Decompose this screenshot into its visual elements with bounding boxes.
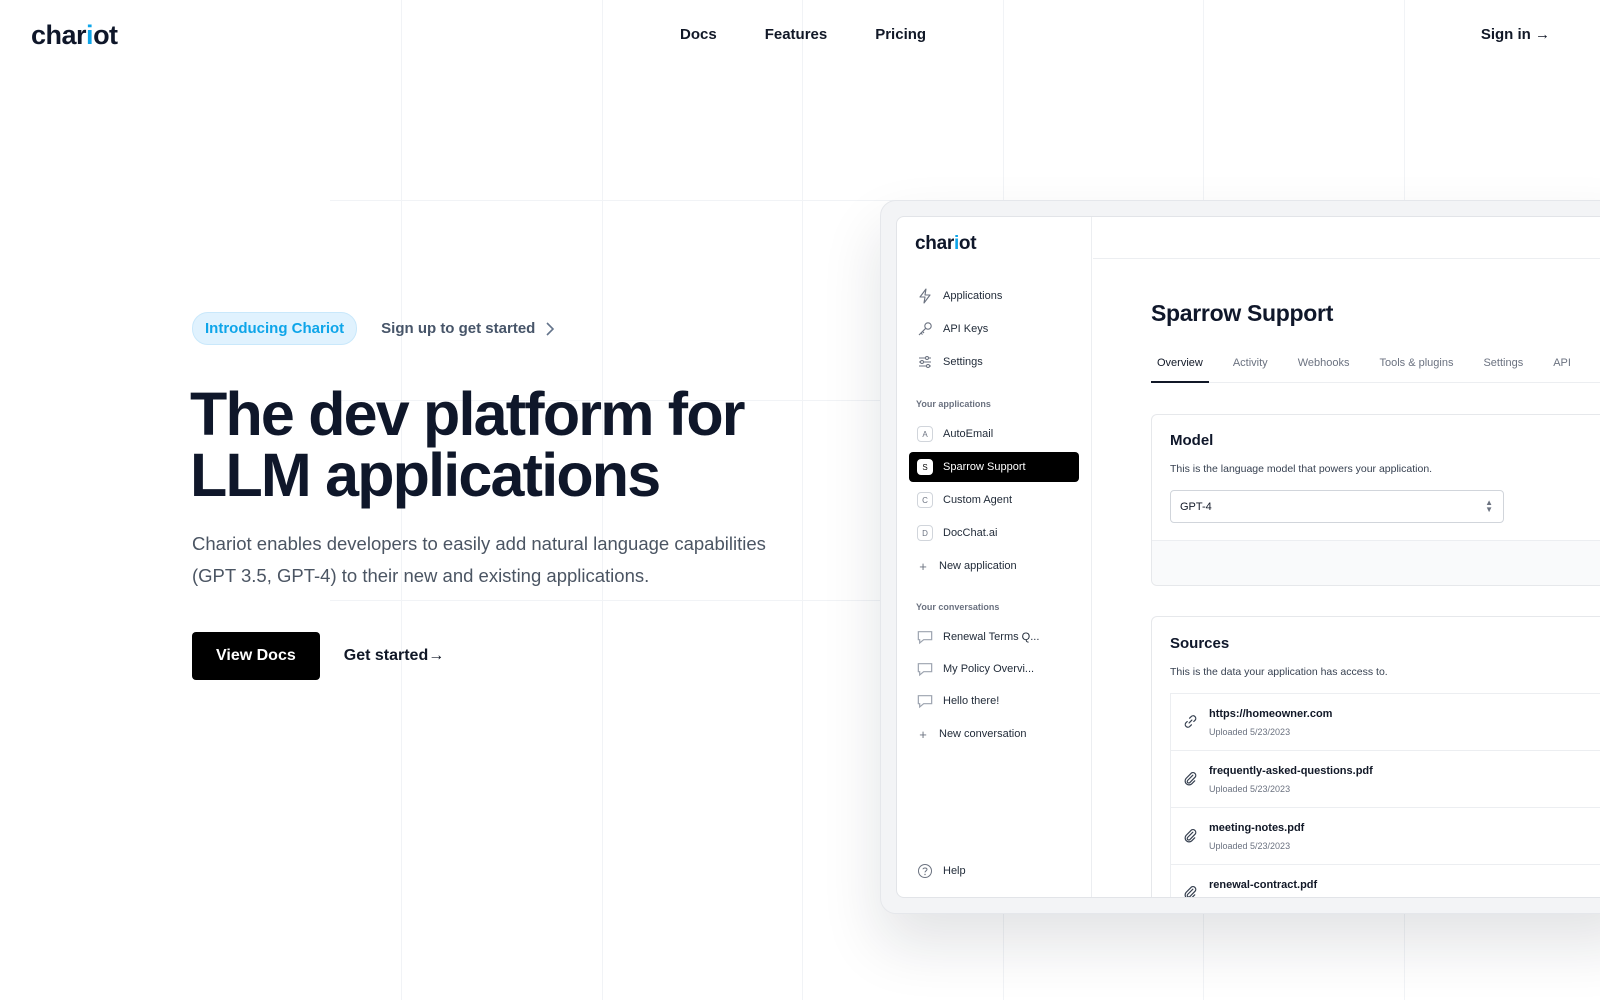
sources-card: Sources This is the data your applicatio… xyxy=(1151,616,1600,897)
view-docs-button[interactable]: View Docs xyxy=(192,632,320,680)
model-card-description: This is the language model that powers y… xyxy=(1170,463,1433,475)
sidebar-item-label: My Policy Overvi... xyxy=(943,663,1035,675)
sidebar-item-applications[interactable]: Applications xyxy=(909,281,1079,311)
plus-icon: + xyxy=(919,558,927,574)
lightning-icon xyxy=(919,288,931,304)
sign-up-link[interactable]: Sign up to get started xyxy=(381,320,555,337)
top-nav: chariot Docs Features Pricing Sign in → xyxy=(0,0,1600,72)
help-link[interactable]: Help xyxy=(909,856,1079,886)
source-file-date: Uploaded 5/23/2023 xyxy=(1209,841,1291,851)
model-select[interactable]: GPT-4 ▲ ▼ xyxy=(1170,490,1504,523)
app-tabs: Overview Activity Webhooks Tools & plugi… xyxy=(1151,353,1600,383)
app-logo[interactable]: chariot xyxy=(915,233,977,255)
key-icon xyxy=(918,322,932,336)
sidebar-conversation[interactable]: Hello there! xyxy=(909,686,1079,716)
source-file-date: Uploaded 5/23/2023 xyxy=(1209,727,1291,737)
tab-activity[interactable]: Activity xyxy=(1227,353,1274,383)
sidebar-item-label: New conversation xyxy=(939,728,1027,740)
logo[interactable]: chariot xyxy=(31,20,118,51)
source-file-row[interactable]: meeting-notes.pdf Uploaded 5/23/2023 xyxy=(1170,807,1600,864)
app-preview: chariot Applications API Keys Settings Y… xyxy=(896,216,1600,898)
nav-link-docs[interactable]: Docs xyxy=(680,26,717,43)
sidebar-item-label: Help xyxy=(943,865,966,877)
nav-links: Docs Features Pricing xyxy=(680,26,926,43)
plus-icon: + xyxy=(919,726,927,742)
sign-up-link-label: Sign up to get started xyxy=(381,320,536,337)
help-circle-icon xyxy=(918,864,932,878)
conversations-section-heading: Your conversations xyxy=(916,602,1000,612)
apps-section-heading: Your applications xyxy=(916,399,991,409)
app-avatar: A xyxy=(917,426,933,442)
new-application-button[interactable]: + New application xyxy=(909,551,1079,581)
chat-bubble-icon xyxy=(917,695,933,709)
sidebar-item-label: Renewal Terms Q... xyxy=(943,631,1040,643)
sources-card-title: Sources xyxy=(1170,635,1230,652)
sign-in-link[interactable]: Sign in → xyxy=(1481,26,1550,43)
nav-link-features[interactable]: Features xyxy=(765,26,828,43)
hero-title-line-2: LLM applications xyxy=(190,441,661,509)
sidebar-item-label: DocChat.ai xyxy=(943,527,998,539)
sidebar-item-api-keys[interactable]: API Keys xyxy=(909,314,1079,344)
sidebar-conversation[interactable]: My Policy Overvi... xyxy=(909,654,1079,684)
sidebar-item-label: Applications xyxy=(943,290,1003,302)
app-main: Sparrow Support Overview Activity Webhoo… xyxy=(1093,217,1600,897)
app-page-title: Sparrow Support xyxy=(1151,300,1334,326)
sidebar-item-settings[interactable]: Settings xyxy=(909,347,1079,377)
introducing-badge[interactable]: Introducing Chariot xyxy=(192,312,358,345)
sidebar-app-custom-agent[interactable]: C Custom Agent xyxy=(909,485,1079,515)
app-avatar: C xyxy=(917,492,933,508)
sources-card-description: This is the data your application has ac… xyxy=(1170,666,1388,678)
source-file-name: https://homeowner.com xyxy=(1209,708,1333,720)
model-card-title: Model xyxy=(1170,432,1214,449)
app-topbar xyxy=(1093,217,1600,259)
app-avatar: D xyxy=(917,525,933,541)
sidebar-app-sparrow-support[interactable]: S Sparrow Support xyxy=(909,452,1079,482)
sliders-icon xyxy=(919,356,931,368)
model-card-footer xyxy=(1152,540,1600,585)
source-file-row[interactable]: https://homeowner.com Uploaded 5/23/2023 xyxy=(1170,693,1600,750)
chat-bubble-icon xyxy=(917,663,933,677)
tab-tools-plugins[interactable]: Tools & plugins xyxy=(1373,353,1459,383)
hero-title-line-1: The dev platform for xyxy=(190,380,746,448)
sidebar-item-label: API Keys xyxy=(943,323,989,335)
chat-bubble-icon xyxy=(917,631,933,645)
source-file-name: frequently-asked-questions.pdf xyxy=(1209,765,1373,777)
paperclip-icon xyxy=(1184,829,1197,843)
new-conversation-button[interactable]: + New conversation xyxy=(909,719,1079,749)
hero-title: The dev platform for LLM applications xyxy=(190,384,830,506)
sidebar-item-label: Settings xyxy=(943,356,983,368)
source-file-name: meeting-notes.pdf xyxy=(1209,822,1305,834)
tab-overview[interactable]: Overview xyxy=(1151,353,1209,383)
get-started-link[interactable]: Get started→ xyxy=(344,647,444,665)
sidebar-item-label: Custom Agent xyxy=(943,494,1013,506)
sidebar-conversation[interactable]: Renewal Terms Q... xyxy=(909,622,1079,652)
chevron-right-icon xyxy=(546,321,555,336)
select-arrows-icon: ▲ ▼ xyxy=(1485,498,1493,514)
sidebar-app-docchat[interactable]: D DocChat.ai xyxy=(909,518,1079,548)
hero-badge-row: Introducing Chariot Sign up to get start… xyxy=(192,312,555,345)
tab-api[interactable]: API xyxy=(1547,353,1577,383)
tab-webhooks[interactable]: Webhooks xyxy=(1292,353,1356,383)
tab-settings[interactable]: Settings xyxy=(1477,353,1529,383)
cta-row: View Docs Get started→ xyxy=(192,632,444,680)
source-file-date: Uploaded 5/23/2023 xyxy=(1209,784,1291,794)
paperclip-icon xyxy=(1184,772,1197,786)
source-file-name: renewal-contract.pdf xyxy=(1209,879,1318,891)
sidebar-item-label: New application xyxy=(939,560,1017,572)
paperclip-icon xyxy=(1184,886,1197,897)
source-file-row[interactable]: renewal-contract.pdf xyxy=(1170,864,1600,897)
link-icon xyxy=(1184,715,1197,728)
model-select-value: GPT-4 xyxy=(1180,500,1212,513)
sidebar-app-autoemail[interactable]: A AutoEmail xyxy=(909,419,1079,449)
nav-link-pricing[interactable]: Pricing xyxy=(875,26,926,43)
sidebar-item-label: AutoEmail xyxy=(943,428,994,440)
sidebar-item-label: Sparrow Support xyxy=(943,461,1026,473)
model-card: Model This is the language model that po… xyxy=(1151,414,1600,586)
source-file-row[interactable]: frequently-asked-questions.pdf Uploaded … xyxy=(1170,750,1600,807)
app-sidebar: chariot Applications API Keys Settings Y… xyxy=(897,217,1092,897)
hero-subtitle: Chariot enables developers to easily add… xyxy=(192,533,766,586)
app-avatar: S xyxy=(917,459,933,475)
sidebar-item-label: Hello there! xyxy=(943,695,1000,707)
